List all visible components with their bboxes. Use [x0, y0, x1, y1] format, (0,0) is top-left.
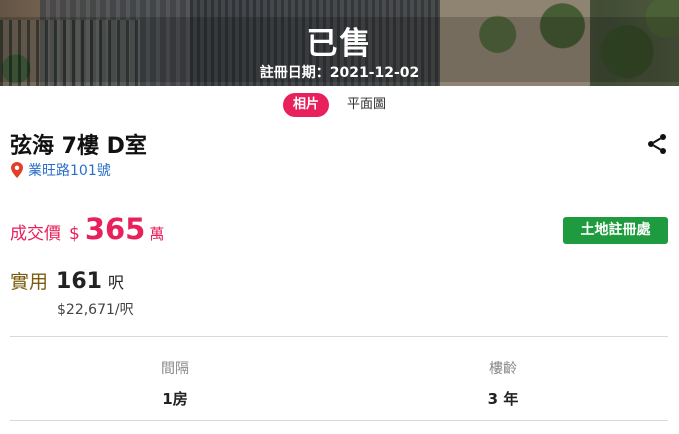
listing-title: 弦海 7樓 D室: [10, 134, 147, 159]
price-per-ft: $22,671/呎: [57, 302, 134, 318]
price-amount: 365: [84, 212, 146, 246]
area-value: 161: [56, 269, 102, 294]
divider: [10, 420, 668, 421]
stat-building-age-label: 樓齡: [489, 361, 517, 377]
price-currency: $: [69, 224, 80, 244]
share-icon[interactable]: [645, 132, 669, 156]
saleable-area: 實用 161 呎: [10, 267, 124, 294]
land-registry-button[interactable]: 土地註冊處: [563, 217, 668, 244]
media-tabs: 相片 平面圖: [0, 92, 679, 118]
tab-photos[interactable]: 相片: [282, 93, 329, 117]
price-label: 成交價: [10, 224, 61, 244]
stat-layout-value: 1房: [162, 390, 188, 408]
stat-building-age-value: 3 年: [487, 390, 519, 408]
stat-layout: 間隔 1房: [75, 358, 275, 409]
divider: [10, 336, 668, 337]
sold-status: 已售: [306, 26, 373, 62]
map-pin-icon: [11, 162, 23, 178]
registration-date: 註冊日期：2021-12-02: [259, 65, 420, 81]
address-text: 業旺路101號: [28, 163, 111, 179]
tab-floor-plan[interactable]: 平面圖: [337, 93, 396, 117]
area-label: 實用: [10, 271, 49, 293]
area-unit: 呎: [107, 273, 124, 292]
transaction-price: 成交價 $ 365 萬: [10, 212, 164, 246]
stat-layout-label: 間隔: [161, 361, 189, 377]
price-unit: 萬: [149, 225, 165, 243]
address-link[interactable]: 業旺路101號: [11, 160, 111, 180]
hero-photo[interactable]: 已售 註冊日期：2021-12-02: [0, 0, 679, 86]
stat-building-age: 樓齡 3 年: [403, 358, 603, 409]
